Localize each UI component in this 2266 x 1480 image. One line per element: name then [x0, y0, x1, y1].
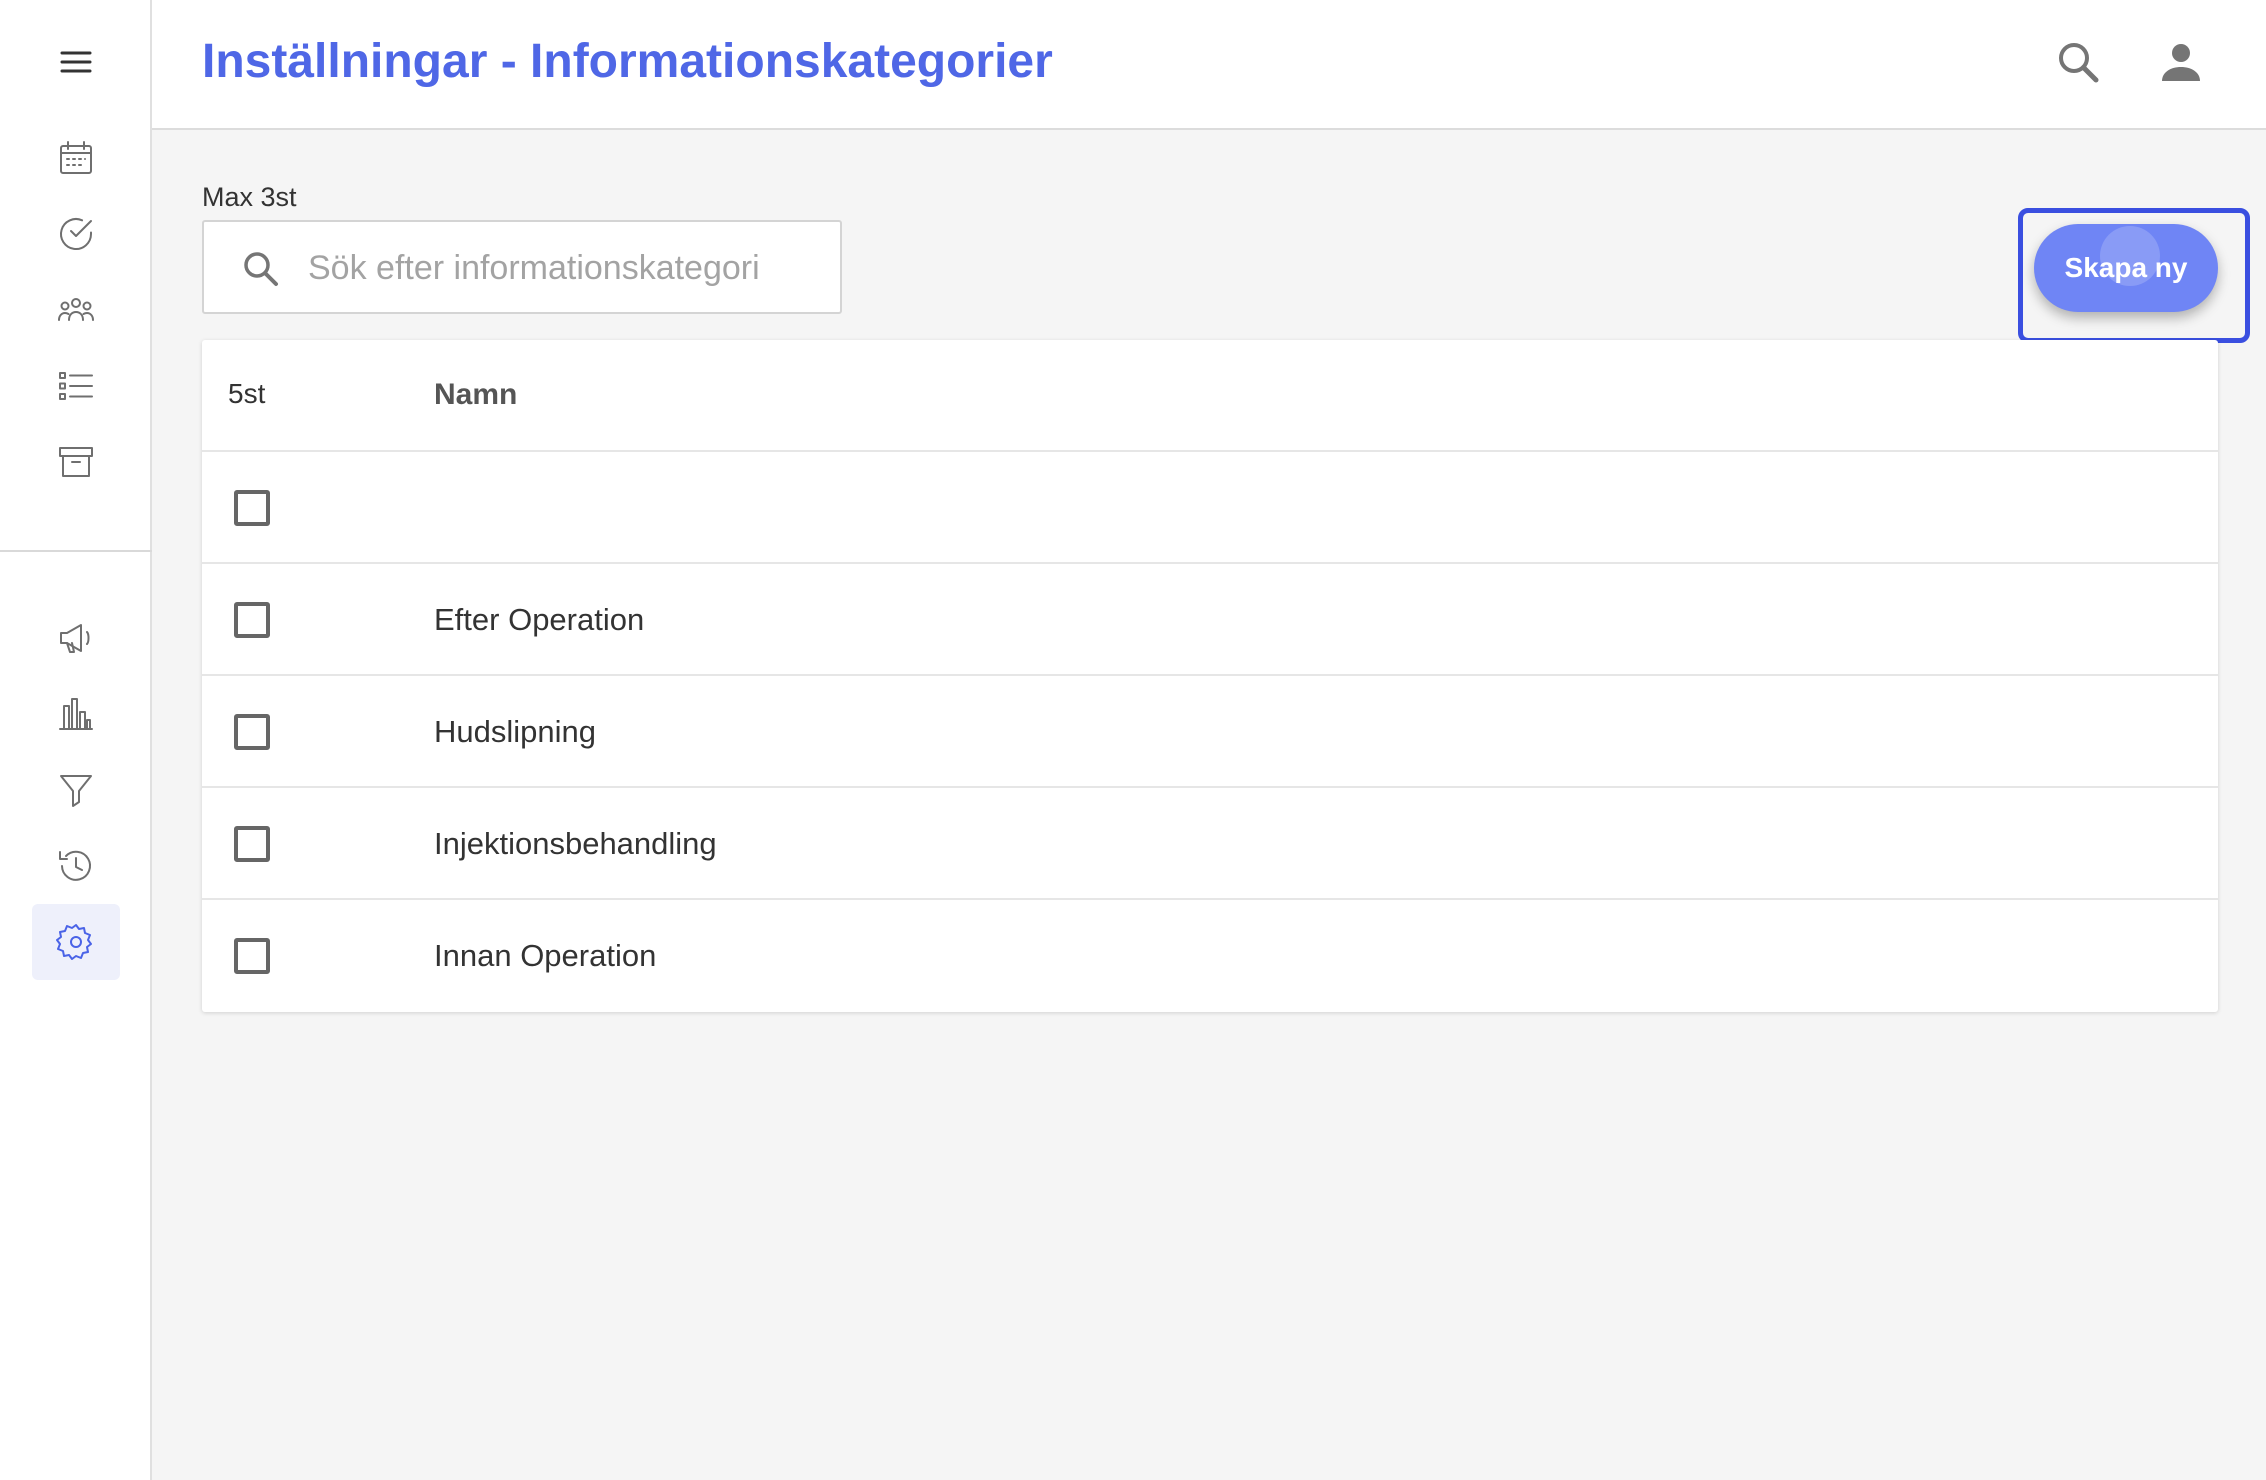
search-field[interactable]: [202, 220, 842, 314]
sidebar-item-tasks[interactable]: [32, 196, 120, 272]
sidebar-item-settings[interactable]: [32, 904, 120, 980]
sidebar-item-campaigns[interactable]: [32, 600, 120, 676]
top-bar: Inställningar - Informationskategorier: [152, 0, 2266, 130]
table-row[interactable]: Innan Operation: [202, 900, 2218, 1012]
create-new-button[interactable]: Skapa ny: [2034, 224, 2218, 312]
page-title: Inställningar - Informationskategorier: [202, 35, 1053, 88]
sidebar-item-statistics[interactable]: [32, 676, 120, 752]
group-icon: [58, 298, 94, 321]
search-icon: [244, 252, 278, 286]
sidebar-item-filter[interactable]: [32, 752, 120, 828]
sidebar-item-history[interactable]: [32, 828, 120, 904]
row-checkbox[interactable]: [234, 490, 270, 526]
sidebar-item-groups[interactable]: [32, 272, 120, 348]
sidebar-item-archive[interactable]: [32, 424, 120, 500]
bar-chart-icon: [59, 698, 93, 730]
menu-button[interactable]: [32, 24, 120, 100]
table-row[interactable]: Efter Operation: [202, 564, 2218, 676]
table-row[interactable]: [202, 452, 2218, 564]
table-header: 5st Namn: [202, 340, 2218, 452]
global-search-button[interactable]: [2048, 32, 2108, 92]
table-row[interactable]: Injektionsbehandling: [202, 788, 2218, 900]
search-label: Max 3st: [202, 182, 297, 212]
sidebar-item-calendar[interactable]: [32, 120, 120, 196]
row-name: Innan Operation: [434, 938, 657, 973]
user-icon: [2162, 44, 2200, 81]
sidebar-item-list[interactable]: [32, 348, 120, 424]
megaphone-icon: [60, 624, 90, 653]
search-icon: [2059, 43, 2099, 83]
row-name: Injektionsbehandling: [434, 826, 717, 861]
category-table: 5st Namn Efter Operation Hudslipning Inj…: [202, 340, 2218, 1012]
history-icon: [59, 850, 91, 881]
sidebar-divider: [0, 550, 152, 552]
column-header-name[interactable]: Namn: [434, 378, 517, 412]
row-name: Efter Operation: [434, 602, 645, 637]
table-row[interactable]: Hudslipning: [202, 676, 2218, 788]
calendar-icon: [60, 141, 92, 174]
archive-icon: [59, 447, 93, 477]
settings-icon: [56, 924, 92, 960]
filter-icon: [60, 775, 92, 807]
search-input[interactable]: [308, 242, 818, 294]
list-icon: [59, 372, 93, 400]
create-new-label: Skapa ny: [2064, 252, 2188, 283]
user-menu-button[interactable]: [2151, 32, 2211, 92]
check-circle-icon: [60, 218, 92, 250]
row-checkbox[interactable]: [234, 714, 270, 750]
menu-icon: [60, 51, 92, 73]
row-checkbox[interactable]: [234, 602, 270, 638]
row-checkbox[interactable]: [234, 938, 270, 974]
row-count: 5st: [228, 378, 266, 409]
sidebar: [0, 0, 152, 1480]
row-checkbox[interactable]: [234, 826, 270, 862]
row-name: Hudslipning: [434, 714, 596, 749]
